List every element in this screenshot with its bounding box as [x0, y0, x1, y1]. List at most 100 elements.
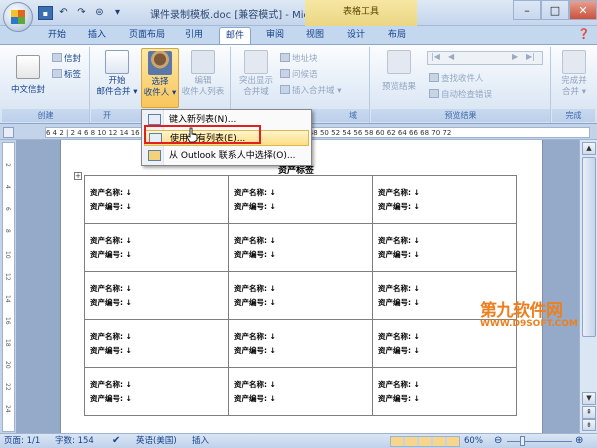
group-finish: 完成并 合并 ▾ 完成: [552, 47, 595, 123]
customize-qat-icon[interactable]: ⊜: [92, 6, 107, 20]
asset-label-table[interactable]: 资产名称: ↓ 资产编号: ↓ 资产名称: ↓ 资产编号: ↓ 资产名称: ↓ 资产编号:…: [84, 175, 517, 416]
envelope-button[interactable]: 信封: [52, 53, 81, 65]
labels-label: 标签: [64, 70, 82, 80]
qat-dropdown-icon[interactable]: ▾: [110, 6, 125, 20]
asset-name-field: 资产名称: ↓: [378, 380, 420, 389]
finish-merge-button[interactable]: 完成并 合并 ▾: [554, 50, 594, 98]
office-button[interactable]: [3, 2, 33, 32]
annotation-highlight-frame: [144, 125, 261, 144]
edit-recipient-list-button[interactable]: 编辑 收件人列表: [179, 50, 227, 98]
hand-cursor-icon: [186, 127, 198, 143]
chinese-envelope-button[interactable]: 中文信封: [6, 55, 50, 96]
vertical-ruler[interactable]: 2 4 6 8 10 12 14 16 18 20 22 24: [2, 142, 15, 432]
label-cell[interactable]: 资产名称: ↓ 资产编号: ↓: [228, 319, 373, 368]
group-finish-label: 完成: [552, 109, 595, 122]
label-cell[interactable]: 资产名称: ↓ 资产编号: ↓: [228, 271, 373, 320]
language[interactable]: 英语(美国): [136, 434, 177, 448]
zoom-level[interactable]: 60%: [464, 434, 483, 448]
highlight-merge-fields-button[interactable]: 突出显示 合并域: [234, 50, 278, 98]
tab-insert[interactable]: 插入: [85, 27, 109, 44]
asset-name-field: 资产名称: ↓: [378, 332, 420, 341]
asset-number-field: 资产编号: ↓: [378, 346, 420, 355]
tab-mailings[interactable]: 邮件: [219, 27, 251, 44]
tab-selector[interactable]: [3, 127, 14, 138]
insert-mode[interactable]: 插入: [192, 434, 209, 448]
office-logo-icon: [11, 10, 25, 24]
next-page-icon[interactable]: ⇟: [582, 419, 596, 431]
label-cell[interactable]: 资产名称: ↓ 资产编号: ↓: [372, 175, 517, 224]
quick-access-toolbar: ▪ ↶ ↷ ⊜ ▾: [38, 5, 128, 21]
tab-layout[interactable]: 布局: [385, 27, 409, 44]
label-cell[interactable]: 资产名称: ↓ 资产编号: ↓: [372, 223, 517, 272]
menu-item-outlook-contacts[interactable]: 从 Outlook 联系人中选择(O)...: [144, 148, 309, 164]
label-cell[interactable]: 资产名称: ↓ 资产编号: ↓: [228, 175, 373, 224]
first-record-icon[interactable]: |◀: [431, 52, 440, 61]
record-navigator[interactable]: |◀ ◀ ▶ ▶|: [427, 51, 543, 65]
label-cell[interactable]: 资产名称: ↓ 资产编号: ↓: [84, 271, 229, 320]
asset-number-field: 资产编号: ↓: [90, 394, 132, 403]
view-buttons[interactable]: [390, 436, 460, 447]
help-icon[interactable]: ❓: [577, 27, 591, 44]
next-record-icon[interactable]: ▶: [512, 52, 518, 61]
label-cell[interactable]: 资产名称: ↓ 资产编号: ↓: [228, 367, 373, 416]
table-row: 资产名称: ↓ 资产编号: ↓ 资产名称: ↓ 资产编号: ↓ 资产名称: ↓ 资产编号:…: [84, 175, 517, 224]
auto-check-errors-button[interactable]: 自动检查错误: [429, 89, 492, 101]
labels-button[interactable]: 标签: [52, 69, 81, 81]
label-cell[interactable]: 资产名称: ↓ 资产编号: ↓: [228, 223, 373, 272]
menu-item-type-new-list-label: 键入新列表(N)...: [169, 115, 237, 125]
prev-record-icon[interactable]: ◀: [448, 52, 454, 61]
close-button[interactable]: ✕: [569, 0, 597, 20]
select-recipients-button[interactable]: 选择 收件人 ▾: [141, 48, 179, 108]
label-cell[interactable]: 资产名称: ↓ 资产编号: ↓: [84, 223, 229, 272]
tab-home[interactable]: 开始: [45, 27, 69, 44]
label-cell[interactable]: 资产名称: ↓ 资产编号: ↓: [84, 367, 229, 416]
label-cell[interactable]: 资产名称: ↓ 资产编号: ↓: [372, 367, 517, 416]
zoom-slider-thumb[interactable]: [520, 436, 525, 446]
vertical-ruler-tick: 16: [4, 317, 11, 325]
tab-design[interactable]: 设计: [344, 27, 368, 44]
address-block-button[interactable]: 地址块: [280, 53, 318, 65]
start-mail-merge-button[interactable]: 开始 邮件合并 ▾: [95, 50, 139, 98]
find-recipient-button[interactable]: 查找收件人: [429, 73, 484, 85]
word-count[interactable]: 字数: 154: [55, 434, 94, 448]
highlight-fields-icon: [244, 50, 268, 74]
greeting-line-button[interactable]: 问候语: [280, 69, 318, 81]
scroll-up-icon[interactable]: ▲: [582, 142, 596, 155]
last-record-icon[interactable]: ▶|: [526, 52, 535, 61]
asset-name-field: 资产名称: ↓: [378, 284, 420, 293]
page-count[interactable]: 页面: 1/1: [4, 434, 40, 448]
zoom-out-icon[interactable]: ⊖: [494, 434, 502, 448]
zoom-in-icon[interactable]: ⊕: [575, 434, 583, 448]
asset-number-field: 资产编号: ↓: [234, 394, 276, 403]
site-watermark: 第九软件网 WWW.D9SOFT.COM: [480, 296, 578, 329]
label-cell[interactable]: 资产名称: ↓ 资产编号: ↓: [84, 175, 229, 224]
save-icon[interactable]: ▪: [38, 6, 53, 20]
tab-view[interactable]: 视图: [303, 27, 327, 44]
asset-number-field: 资产编号: ↓: [378, 202, 420, 211]
vertical-ruler-tick: 22: [4, 383, 11, 391]
proofing-icon[interactable]: ✔: [112, 434, 120, 448]
labels-icon: [52, 69, 62, 78]
prev-page-icon[interactable]: ⇞: [582, 406, 596, 419]
tab-references[interactable]: 引用: [182, 27, 206, 44]
scroll-down-icon[interactable]: ▼: [582, 392, 596, 405]
finish-merge-label: 完成并: [561, 76, 587, 86]
tab-review[interactable]: 审阅: [263, 27, 287, 44]
undo-icon[interactable]: ↶: [56, 6, 71, 20]
preview-icon: [387, 50, 411, 74]
minimize-button[interactable]: –: [513, 0, 541, 20]
horizontal-ruler[interactable]: 6 4 2 | 2 4 6 8 10 12 14 16 18 20 22 24 …: [45, 127, 590, 138]
address-block-icon: [280, 53, 290, 62]
tab-page-layout[interactable]: 页面布局: [127, 27, 167, 44]
outlook-contacts-icon: [148, 150, 161, 161]
table-move-handle-icon[interactable]: +: [74, 172, 82, 180]
insert-merge-field-button[interactable]: 插入合并域 ▾: [280, 85, 341, 97]
scroll-thumb[interactable]: [582, 157, 596, 337]
redo-icon[interactable]: ↷: [74, 6, 89, 20]
preview-results-button[interactable]: 预览结果: [377, 50, 421, 93]
vertical-scrollbar[interactable]: ▲ ▼ ⇞ ⇟: [579, 140, 597, 433]
recipients-icon: [148, 51, 172, 75]
maximize-button[interactable]: □: [541, 0, 569, 20]
zoom-slider[interactable]: [507, 441, 572, 448]
label-cell[interactable]: 资产名称: ↓ 资产编号: ↓: [84, 319, 229, 368]
